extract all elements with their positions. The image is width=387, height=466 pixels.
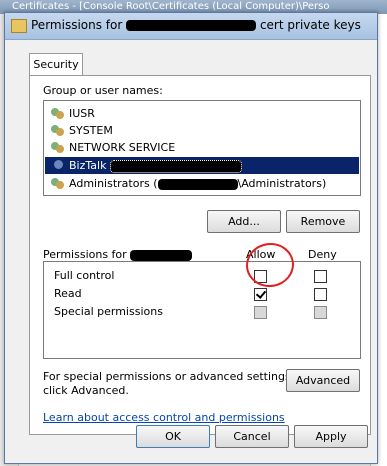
dialog-title-suffix: cert private keys <box>259 18 361 32</box>
special-permissions-text-1: For special permissions or advanced sett… <box>43 370 295 383</box>
security-tab-panel: Group or user names: IUSR SYSTEM NETWORK… <box>29 75 371 435</box>
user-list[interactable]: IUSR SYSTEM NETWORK SERVICE BizTalk Admi… <box>43 100 361 196</box>
special-allow-checkbox <box>254 306 267 319</box>
read-allow-checkbox[interactable] <box>254 288 267 301</box>
dialog-titlebar[interactable]: Permissions for cert private keys <box>5 13 377 40</box>
folder-icon <box>11 19 27 33</box>
list-item-network-service[interactable]: NETWORK SERVICE <box>45 139 359 156</box>
add-button[interactable]: Add... <box>207 210 281 233</box>
tab-security[interactable]: Security <box>29 53 83 76</box>
dialog-title: Permissions for cert private keys <box>31 18 361 32</box>
help-link[interactable]: Learn about access control and permissio… <box>43 411 285 424</box>
permissions-table: Full control Read Special permissions <box>43 261 361 359</box>
advanced-button[interactable]: Advanced <box>286 369 360 392</box>
user-name: IUSR <box>69 107 95 120</box>
user-name: Administrators (\Administrators) <box>69 177 327 190</box>
ok-button[interactable]: OK <box>136 425 210 448</box>
permission-name: Read <box>54 287 82 300</box>
user-name: NETWORK SERVICE <box>69 141 176 154</box>
permission-name: Special permissions <box>54 305 163 318</box>
dialog-title-prefix: Permissions for <box>31 18 123 32</box>
deny-column-header: Deny <box>308 248 337 261</box>
permission-name: Full control <box>54 269 115 282</box>
user-name: SYSTEM <box>69 124 113 137</box>
redacted-name <box>126 20 257 31</box>
users-group-icon <box>51 177 65 190</box>
redacted-name <box>130 249 193 261</box>
user-icon <box>51 159 65 172</box>
users-group-icon <box>51 107 65 120</box>
permissions-for-label: Permissions for <box>43 248 193 261</box>
redacted-domain <box>157 178 238 190</box>
list-item-iusr[interactable]: IUSR <box>45 105 359 122</box>
permission-row-read: Read <box>44 285 360 303</box>
read-deny-checkbox[interactable] <box>314 288 327 301</box>
group-or-user-names-label: Group or user names: <box>43 84 163 97</box>
permissions-dialog: Permissions for cert private keys Securi… <box>4 12 378 464</box>
full-control-deny-checkbox[interactable] <box>314 270 327 283</box>
remove-button[interactable]: Remove <box>286 210 360 233</box>
permission-row-special: Special permissions <box>44 303 360 321</box>
permission-row-full-control: Full control <box>44 267 360 285</box>
background-window-title: Certificates - [Console Root\Certificate… <box>12 1 330 12</box>
apply-button[interactable]: Apply <box>294 425 368 448</box>
special-deny-checkbox <box>314 306 327 319</box>
cancel-button[interactable]: Cancel <box>215 425 289 448</box>
list-item-biztalk-selected[interactable]: BizTalk <box>45 157 359 174</box>
redacted-account <box>109 159 242 173</box>
special-permissions-text-2: click Advanced. <box>43 384 129 397</box>
users-group-icon <box>51 124 65 137</box>
user-name: BizTalk <box>69 157 242 174</box>
list-item-administrators[interactable]: Administrators (\Administrators) <box>45 175 359 192</box>
users-group-icon <box>51 141 65 154</box>
list-item-system[interactable]: SYSTEM <box>45 122 359 139</box>
